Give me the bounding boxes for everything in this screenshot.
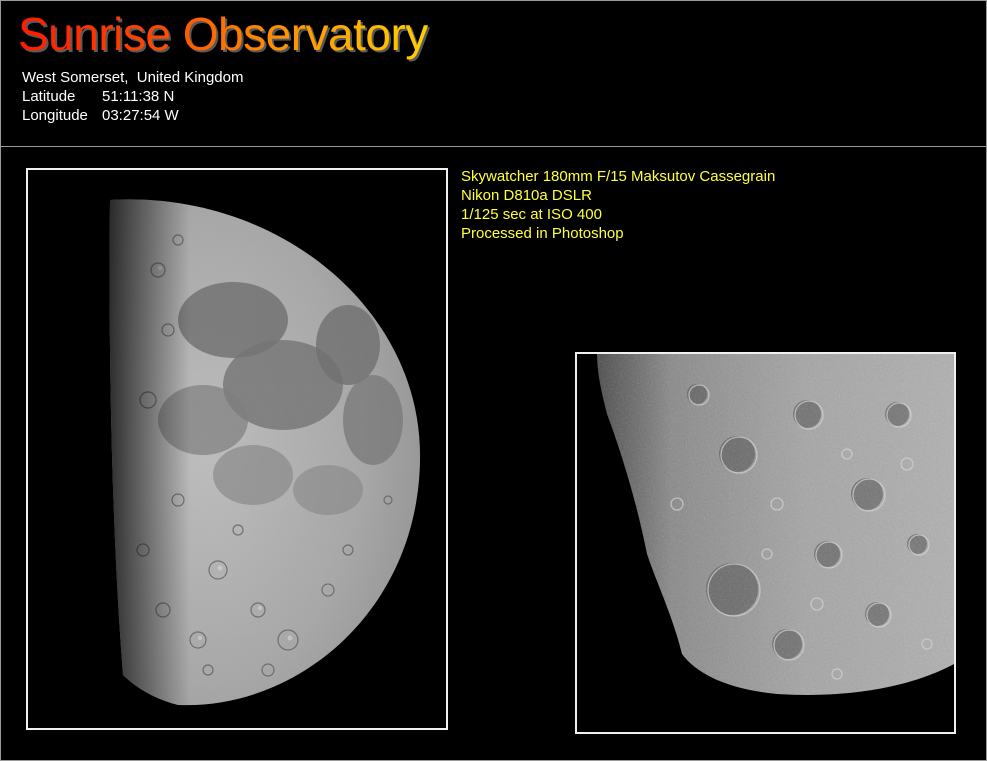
moon-photo	[28, 170, 446, 728]
processing-text: Processed in Photoshop	[461, 225, 624, 242]
location-block: West Somerset, United Kingdom Latitude 51…	[22, 68, 243, 125]
longitude-row: Longitude 03:27:54 W	[22, 106, 243, 125]
telescope-text: Skywatcher 180mm F/15 Maksutov Cassegrai…	[461, 168, 776, 185]
longitude-value: 03:27:54 W	[102, 107, 179, 124]
moon-photo-frame	[26, 168, 448, 730]
exposure-text: 1/125 sec at ISO 400	[461, 206, 602, 223]
location-name: West Somerset, United Kingdom	[22, 69, 244, 86]
latitude-value: 51:11:38 N	[102, 88, 175, 105]
crater-closeup-frame	[575, 352, 956, 734]
page-title: Sunrise Observatory	[18, 8, 428, 60]
latitude-row: Latitude 51:11:38 N	[22, 87, 243, 106]
header-divider	[0, 146, 987, 147]
equipment-details: Skywatcher 180mm F/15 Maksutov Cassegrai…	[461, 167, 775, 243]
longitude-label: Longitude	[22, 107, 88, 124]
camera-text: Nikon D810a DSLR	[461, 187, 592, 204]
latitude-label: Latitude	[22, 88, 76, 105]
crater-closeup-photo	[577, 354, 954, 732]
